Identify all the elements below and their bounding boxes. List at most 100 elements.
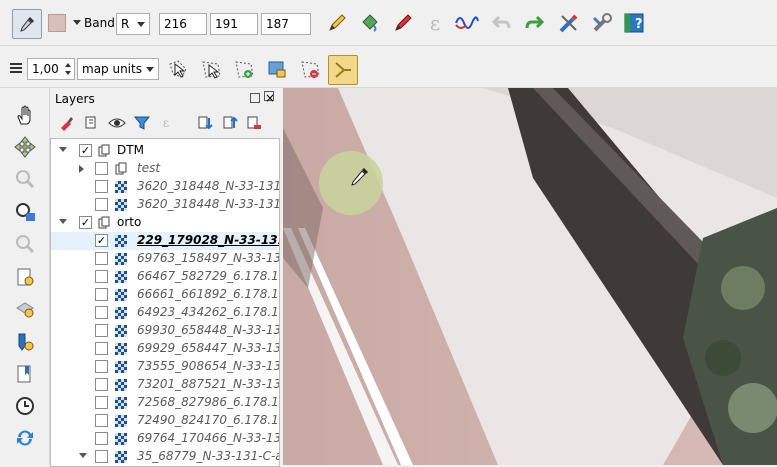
help-button[interactable]: ? xyxy=(620,9,648,37)
layer-row[interactable]: 69930_658448_N-33-131 xyxy=(51,322,279,340)
layer-row[interactable]: 73201_887521_N-33-131 xyxy=(51,376,279,394)
layer-visibility-checkbox[interactable] xyxy=(95,270,108,283)
layer-visibility-checkbox[interactable]: ✓ xyxy=(79,144,92,157)
filter-expression-button[interactable]: ε xyxy=(156,112,176,134)
zoom-last-button[interactable] xyxy=(11,360,39,388)
layer-visibility-checkbox[interactable] xyxy=(95,252,108,265)
close-icon[interactable]: × xyxy=(264,91,275,104)
edit-polygon-button[interactable] xyxy=(263,55,291,83)
layer-visibility-checkbox[interactable] xyxy=(95,198,108,211)
layer-row[interactable]: 64923_434262_6.178.13. xyxy=(51,304,279,322)
delete-polygon-button[interactable] xyxy=(296,55,324,83)
green-value-field[interactable]: 191 xyxy=(210,13,258,35)
blue-value-field[interactable]: 187 xyxy=(261,13,311,35)
layer-row[interactable]: 72568_827986_6.178.13. xyxy=(51,394,279,412)
add-group-button[interactable] xyxy=(81,112,101,134)
tools-button[interactable] xyxy=(588,9,616,37)
swatch-dropdown-arrow[interactable] xyxy=(73,20,81,25)
red-value-field[interactable]: 216 xyxy=(159,13,207,35)
layer-row[interactable]: ✓ 229_179028_N-33-131-C xyxy=(51,232,279,250)
layer-row[interactable]: 35_68779_N-33-131-C-a xyxy=(51,448,279,466)
line-width-field[interactable]: 1,00 xyxy=(27,58,75,80)
redo-button[interactable] xyxy=(520,9,548,37)
expand-arrow-icon[interactable] xyxy=(59,219,67,224)
zoom-to-selection-button[interactable] xyxy=(11,295,39,323)
extend-tool-button[interactable] xyxy=(328,55,358,85)
layer-group-row[interactable]: ✓ DTM xyxy=(51,142,277,160)
pan-button[interactable] xyxy=(11,102,39,130)
layer-visibility-checkbox[interactable] xyxy=(95,306,108,319)
band-label: Band: xyxy=(84,16,119,30)
epsilon-button[interactable]: ε xyxy=(421,9,449,37)
layer-visibility-checkbox[interactable] xyxy=(95,324,108,337)
map-canvas[interactable] xyxy=(283,88,777,465)
undo-button[interactable] xyxy=(488,9,516,37)
layer-visibility-checkbox[interactable] xyxy=(95,162,108,175)
units-select[interactable]: map units xyxy=(77,58,159,80)
layer-row[interactable]: 66467_582729_6.178.13. xyxy=(51,268,279,286)
filter-legend-button[interactable] xyxy=(132,112,152,134)
add-polygon-button[interactable] xyxy=(230,55,258,83)
zoom-out-icon xyxy=(16,203,35,222)
layer-visibility-checkbox[interactable]: ✓ xyxy=(79,216,92,229)
expand-all-button[interactable] xyxy=(195,112,215,134)
zoom-full-button[interactable] xyxy=(11,230,39,258)
refresh-button[interactable] xyxy=(11,424,39,452)
zoom-in-button[interactable] xyxy=(11,165,39,193)
zoom-native-button[interactable] xyxy=(11,328,39,356)
arrow-split-icon xyxy=(335,62,351,78)
layer-row[interactable]: 73555_908654_N-33-131 xyxy=(51,358,279,376)
layer-row[interactable]: 69764_170466_N-33-131 xyxy=(51,430,279,448)
layer-visibility-checkbox[interactable] xyxy=(95,342,108,355)
zoom-out-button[interactable] xyxy=(11,198,39,226)
spinner-arrows[interactable] xyxy=(65,61,72,77)
layer-visibility-checkbox[interactable]: ✓ xyxy=(95,234,108,247)
remove-layer-button[interactable] xyxy=(244,112,264,134)
fill-button[interactable] xyxy=(356,9,384,37)
manage-visibility-button[interactable] xyxy=(107,112,127,134)
select-features-button[interactable] xyxy=(197,55,225,83)
layer-row[interactable]: 69929_658447_N-33-131 xyxy=(51,340,279,358)
band-select[interactable]: R xyxy=(116,13,150,35)
eraser-button[interactable] xyxy=(389,9,417,37)
layer-row[interactable]: 69763_158497_N-33-131 xyxy=(51,250,279,268)
layer-label: orto xyxy=(117,215,142,229)
pan-to-selection-button[interactable] xyxy=(11,133,39,161)
layer-style-button[interactable] xyxy=(56,112,76,134)
layer-row[interactable]: 3620_318448_N-33-131- xyxy=(51,196,279,214)
refresh-icon xyxy=(17,430,33,446)
layer-visibility-checkbox[interactable] xyxy=(95,360,108,373)
layer-visibility-checkbox[interactable] xyxy=(95,432,108,445)
layer-row[interactable]: 72490_824170_6.178.13. xyxy=(51,412,279,430)
polygon-edit-icon xyxy=(268,61,286,78)
layer-visibility-checkbox[interactable] xyxy=(95,378,108,391)
expand-arrow-icon[interactable] xyxy=(59,147,67,152)
layer-visibility-checkbox[interactable] xyxy=(95,288,108,301)
layer-visibility-checkbox[interactable] xyxy=(95,180,108,193)
line-width-value: 1,00 xyxy=(32,62,59,76)
remove-layer-icon xyxy=(247,116,261,129)
selection-zoom-icon xyxy=(16,302,34,318)
polygon-add-icon xyxy=(235,61,254,78)
layer-visibility-checkbox[interactable] xyxy=(95,450,108,463)
profile-button[interactable] xyxy=(453,9,481,37)
expand-arrow-icon[interactable] xyxy=(79,453,87,458)
layer-visibility-checkbox[interactable] xyxy=(95,414,108,427)
layer-group-row[interactable]: ✓ orto xyxy=(51,214,277,232)
float-panel-icon[interactable] xyxy=(250,93,260,103)
select-vertex-button[interactable] xyxy=(164,55,192,83)
digitizing-toolbar: 1,00 map units xyxy=(0,50,777,88)
layer-visibility-checkbox[interactable] xyxy=(95,396,108,409)
layer-row[interactable]: 66661_661892_6.178.13. xyxy=(51,286,279,304)
layer-row[interactable]: 3620_318448_N-33-131- xyxy=(51,178,279,196)
pencil-button[interactable] xyxy=(323,9,351,37)
pick-color-button[interactable] xyxy=(12,9,42,39)
temporal-button[interactable] xyxy=(11,392,39,420)
raster-layer-icon xyxy=(115,289,127,301)
collapse-all-button[interactable] xyxy=(220,112,240,134)
layer-group-row[interactable]: test xyxy=(51,160,277,178)
collapsed-arrow-icon[interactable] xyxy=(79,165,84,173)
color-swatch[interactable] xyxy=(48,14,66,32)
settings-button[interactable] xyxy=(555,9,583,37)
zoom-to-layer-button[interactable] xyxy=(11,263,39,291)
